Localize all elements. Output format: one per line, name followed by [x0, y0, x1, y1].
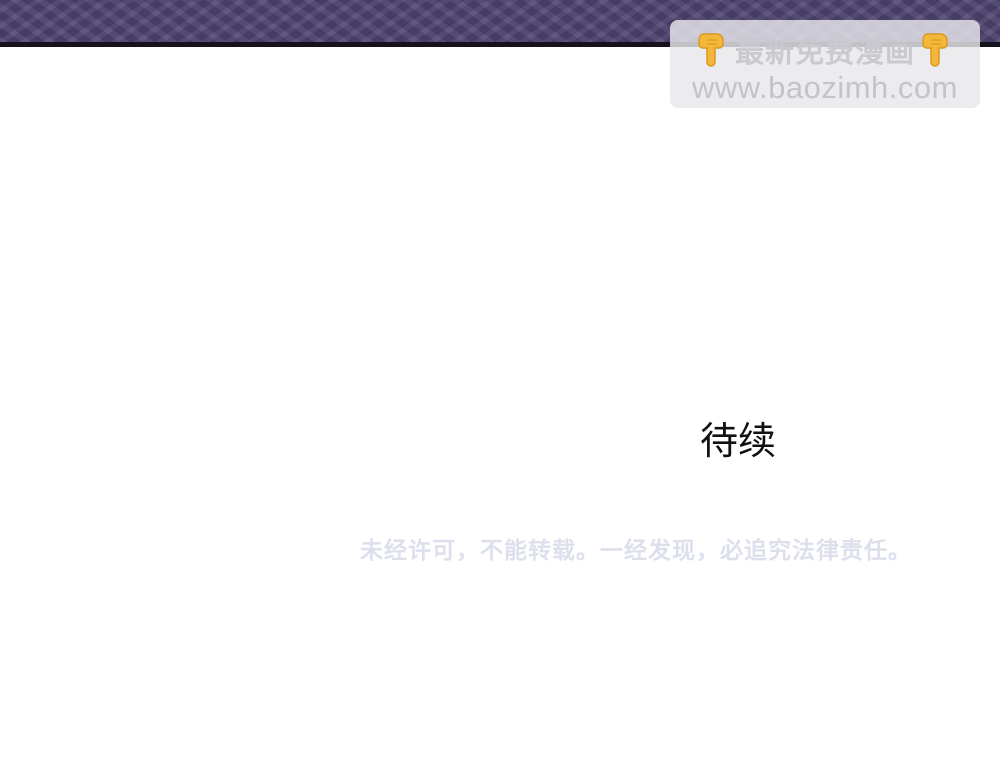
site-watermark[interactable]: 最新免费漫画 www.baozimh.com: [670, 20, 980, 108]
watermark-url-link[interactable]: www.baozimh.com: [670, 70, 980, 106]
pointing-down-hand-icon: [697, 32, 729, 68]
comic-page: 最新免费漫画 www.baozimh.com 待续 未经许可，不能转载。一经发现…: [0, 0, 1000, 781]
to-be-continued-text: 待续: [700, 419, 777, 463]
copyright-notice: 未经许可，不能转载。一经发现，必追究法律责任。: [360, 538, 912, 564]
watermark-title: 最新免费漫画: [734, 35, 915, 69]
watermark-title-row: 最新免费漫画: [670, 30, 980, 70]
pointing-down-hand-icon: [921, 32, 953, 68]
